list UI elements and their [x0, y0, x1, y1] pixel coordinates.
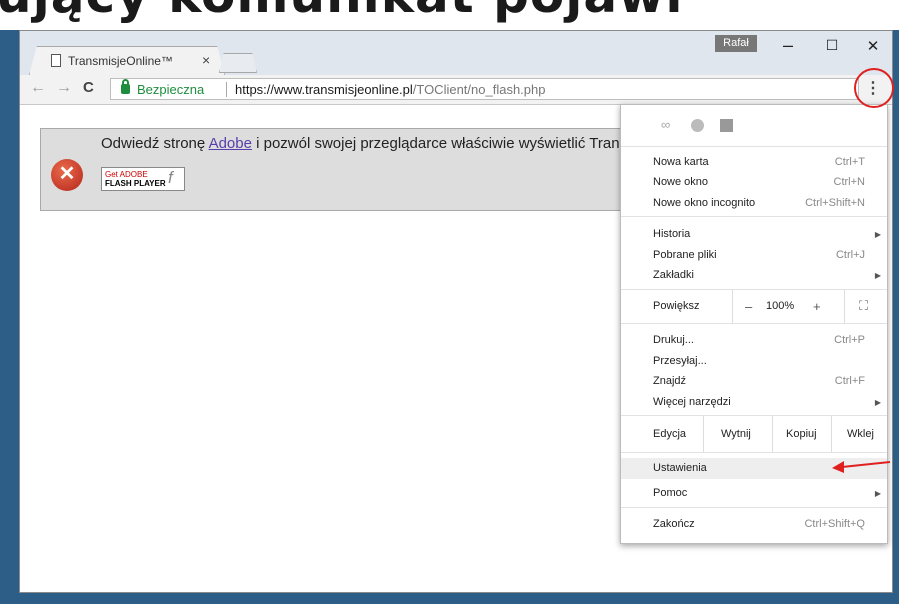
menu-highlight-circle	[854, 68, 894, 108]
submenu-arrow-icon: ▶	[874, 398, 881, 407]
flash-logo-icon: f	[168, 168, 173, 187]
error-icon: ✕	[51, 159, 83, 191]
zoom-separator	[844, 289, 845, 323]
tab-strip: TransmisjeOnline™ × Rafał – ☐ ✕	[20, 31, 892, 75]
menu-help-label: Pomoc	[653, 487, 688, 499]
zoom-value: 100%	[766, 300, 795, 312]
menu-divider	[621, 323, 887, 324]
menu-more-tools-label: Więcej narzędzi	[653, 396, 731, 408]
minimize-button[interactable]: –	[773, 35, 803, 56]
menu-settings-label: Ustawienia	[653, 462, 707, 474]
menu-incognito-label: Nowe okno incognito	[653, 197, 756, 209]
menu-print-shortcut: Ctrl+P	[834, 334, 865, 346]
tab-transmisjeonline[interactable]: TransmisjeOnline™ ×	[29, 46, 225, 75]
cropped-banner: ujący komunikat pojawi	[0, 0, 899, 30]
flash-player-label: FLASH PLAYER	[105, 179, 166, 188]
extension-infinity-icon[interactable]: ∞	[661, 117, 670, 132]
flash-message-after: i pozwól swojej przeglądarce właściwie w…	[251, 135, 620, 152]
flash-message-before: Odwiedź stronę	[101, 135, 209, 152]
paste-button[interactable]: Wklej	[847, 428, 874, 440]
zoom-in-button[interactable]: +	[813, 299, 821, 314]
chrome-menu: ∞ Nowa karta Ctrl+T Nowe okno Ctrl+N Now…	[620, 104, 888, 544]
menu-incognito-shortcut: Ctrl+Shift+N	[805, 197, 865, 209]
secure-label: Bezpieczna	[137, 82, 205, 97]
reload-icon[interactable]: C	[83, 79, 94, 96]
edit-label: Edycja	[653, 428, 687, 440]
extension-chat-icon[interactable]	[691, 119, 704, 132]
zoom-label: Powiększ	[653, 300, 700, 312]
lock-icon	[121, 79, 130, 94]
tab-close-icon[interactable]: ×	[202, 52, 210, 68]
menu-cast-label: Przesyłaj...	[653, 355, 707, 367]
flash-message: Odwiedź stronę Adobe i pozwól swojej prz…	[101, 135, 620, 152]
submenu-arrow-icon: ▶	[874, 271, 881, 280]
fullscreen-icon[interactable]: ⛶	[859, 298, 868, 314]
submenu-arrow-icon: ▶	[874, 489, 881, 498]
submenu-arrow-icon: ▶	[874, 230, 881, 239]
menu-new-window-label: Nowe okno	[653, 176, 709, 188]
omnibox-separator	[226, 82, 227, 97]
copy-button[interactable]: Kopiuj	[786, 428, 817, 440]
menu-exit-label: Zakończ	[653, 518, 695, 530]
flash-warning-box: ✕ Odwiedź stronę Adobe i pozwól swojej p…	[40, 128, 660, 211]
menu-find-shortcut: Ctrl+F	[834, 375, 865, 387]
zoom-out-button[interactable]: –	[745, 299, 752, 314]
menu-print-label: Drukuj...	[653, 334, 694, 346]
menu-find-label: Znajdź	[653, 375, 687, 387]
flash-get-label: Get ADOBE	[105, 170, 148, 179]
edit-row: Edycja Wytnij Kopiuj Wklej	[621, 416, 887, 452]
menu-downloads-shortcut: Ctrl+J	[835, 249, 865, 261]
menu-new-tab-shortcut: Ctrl+T	[834, 156, 865, 168]
address-bar[interactable]: Bezpieczna https://www.transmisjeonline.…	[110, 78, 859, 100]
back-icon[interactable]: ←	[30, 79, 46, 97]
cut-button[interactable]: Wytnij	[721, 428, 751, 440]
menu-bookmarks-label: Zakładki	[653, 269, 694, 281]
new-tab-button[interactable]	[219, 53, 257, 73]
close-button[interactable]: ✕	[858, 37, 888, 55]
page-icon	[51, 54, 61, 67]
menu-new-tab-label: Nowa karta	[653, 156, 709, 168]
annotation-arrow-icon	[832, 461, 890, 473]
menu-exit-shortcut: Ctrl+Shift+Q	[804, 518, 865, 530]
zoom-separator	[732, 289, 733, 323]
tab-title: TransmisjeOnline™	[68, 54, 173, 68]
menu-divider	[621, 216, 887, 217]
get-flash-player-button[interactable]: Get ADOBE FLASH PLAYER f	[101, 167, 185, 191]
url-path: /TOClient/no_flash.php	[412, 82, 546, 97]
menu-history-label: Historia	[653, 228, 691, 240]
browser-window: TransmisjeOnline™ × Rafał – ☐ ✕ ← → C Be…	[19, 30, 894, 593]
extensions-row: ∞	[621, 105, 887, 147]
edit-separator	[703, 416, 704, 452]
edit-separator	[831, 416, 832, 452]
menu-divider	[621, 507, 887, 508]
banner-text: ujący komunikat pojawi	[0, 0, 683, 24]
menu-downloads-label: Pobrane pliki	[653, 249, 717, 261]
menu-divider	[621, 452, 887, 453]
browser-toolbar: ← → C Bezpieczna https://www.transmisjeo…	[20, 75, 892, 105]
url-host: https://www.transmisjeonline.pl	[235, 82, 413, 97]
url-text: https://www.transmisjeonline.pl/TOClient…	[235, 82, 545, 97]
extension-s-icon[interactable]	[720, 119, 733, 132]
forward-icon[interactable]: →	[56, 79, 72, 97]
maximize-button[interactable]: ☐	[817, 37, 847, 54]
edit-separator	[772, 416, 773, 452]
profile-button[interactable]: Rafał	[715, 35, 757, 52]
adobe-link[interactable]: Adobe	[209, 135, 252, 152]
zoom-row: Powiększ – 100% + ⛶	[621, 289, 887, 323]
menu-new-window-shortcut: Ctrl+N	[833, 176, 865, 188]
